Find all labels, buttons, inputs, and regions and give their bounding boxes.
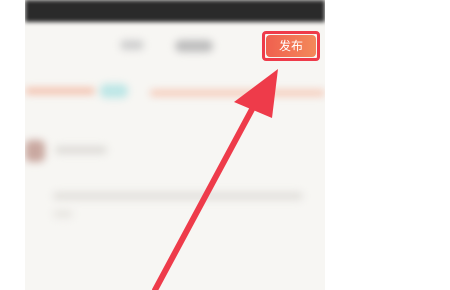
tab-indicator-right [150,90,325,96]
tab-indicator-mid [100,84,128,98]
header-tab-1 [120,40,144,50]
header-tab-2 [175,40,213,52]
tab-indicator-left [25,88,95,94]
publish-button[interactable]: 发布 [266,35,316,57]
screenshot-stage: 发布 [0,0,450,290]
username-line [55,146,107,154]
text-line-short [53,210,73,218]
avatar [25,140,45,162]
text-line [53,192,303,200]
